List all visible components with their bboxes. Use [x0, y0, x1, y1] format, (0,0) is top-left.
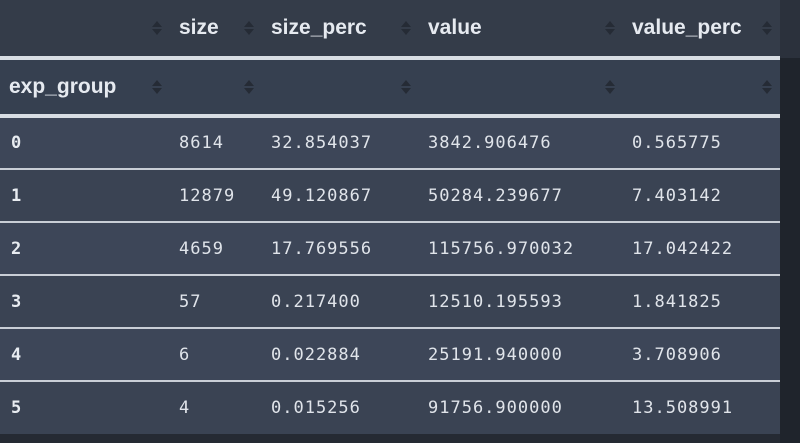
scrollbar-track[interactable]	[780, 0, 800, 443]
column-header-row: size size_perc value value_perc	[0, 0, 780, 60]
dataframe-view: size size_perc value value_perc exp_grou…	[0, 0, 800, 443]
table-row: 0 8614 32.854037 3842.906476 0.565775	[0, 116, 780, 170]
column-header-label: value_perc	[632, 16, 742, 39]
sort-arrows-icon[interactable]	[244, 20, 254, 36]
cell-value: 115756.970032	[419, 222, 623, 276]
sort-arrows-icon[interactable]	[762, 79, 772, 95]
table-row: 2 4659 17.769556 115756.970032 17.042422	[0, 222, 780, 276]
sort-arrows-icon[interactable]	[401, 79, 411, 95]
row-index: 2	[0, 222, 170, 276]
column-header-blank[interactable]	[0, 0, 170, 60]
column-header-size-perc[interactable]: size_perc	[262, 0, 419, 60]
cell-size-perc: 49.120867	[262, 169, 419, 223]
cell-value: 25191.940000	[419, 328, 623, 382]
index-header-empty	[170, 58, 262, 118]
index-header-empty	[623, 58, 780, 118]
row-index: 4	[0, 328, 170, 382]
row-index: 0	[0, 116, 170, 170]
sort-arrows-icon[interactable]	[152, 79, 162, 95]
sort-arrows-icon[interactable]	[762, 20, 772, 36]
column-header-value-perc[interactable]: value_perc	[623, 0, 780, 60]
cell-size: 12879	[170, 169, 262, 223]
row-index: 3	[0, 275, 170, 329]
sort-arrows-icon[interactable]	[401, 20, 411, 36]
cell-value: 91756.900000	[428, 398, 563, 418]
table-row: 1 12879 49.120867 50284.239677 7.403142	[0, 169, 780, 223]
table-row: 5 4 0.015256 91756.900000 13.508991	[0, 381, 780, 434]
cell-value-perc: 0.565775	[623, 116, 780, 170]
dataframe-table: size size_perc value value_perc exp_grou…	[0, 0, 780, 434]
index-header-empty	[419, 58, 623, 118]
column-header-label: size_perc	[271, 16, 367, 39]
sort-arrows-icon[interactable]	[152, 20, 162, 36]
cell-value-perc: 1.841825	[623, 275, 780, 329]
cell-size: 4659	[170, 222, 262, 276]
cell-size-perc: 32.854037	[262, 116, 419, 170]
column-header-label: value	[428, 16, 482, 39]
cell-size: 6	[170, 328, 262, 382]
sort-arrows-icon[interactable]	[605, 79, 615, 95]
cell-size-perc: 0.217400	[262, 275, 419, 329]
cell-value: 3842.906476	[419, 116, 623, 170]
cell-value-perc: 17.042422	[623, 222, 780, 276]
cell-value-perc: 7.403142	[623, 169, 780, 223]
cell-value-perc: 3.708906	[623, 328, 780, 382]
scrollbar-header-cap	[780, 0, 800, 58]
column-header-size[interactable]: size	[170, 0, 262, 60]
table-row: 4 6 0.022884 25191.940000 3.708906	[0, 328, 780, 382]
index-header-row: exp_group	[0, 58, 780, 118]
cell-size-perc: 0.015256	[271, 398, 361, 418]
index-name-label: exp_group	[9, 75, 117, 98]
column-header-label: size	[179, 16, 219, 39]
cell-value: 12510.195593	[419, 275, 623, 329]
table-row: 3 57 0.217400 12510.195593 1.841825	[0, 275, 780, 329]
cell-size: 4	[179, 398, 191, 418]
row-index: 5	[11, 398, 22, 418]
cell-size: 8614	[170, 116, 262, 170]
sort-arrows-icon[interactable]	[605, 20, 615, 36]
cell-size-perc: 17.769556	[262, 222, 419, 276]
sort-arrows-icon[interactable]	[244, 79, 254, 95]
cell-size-perc: 0.022884	[262, 328, 419, 382]
cell-value: 50284.239677	[419, 169, 623, 223]
row-index: 1	[0, 169, 170, 223]
cell-value-perc: 13.508991	[632, 398, 734, 418]
cell-size: 57	[170, 275, 262, 329]
index-name-header[interactable]: exp_group	[0, 58, 170, 118]
index-header-empty	[262, 58, 419, 118]
column-header-value[interactable]: value	[419, 0, 623, 60]
